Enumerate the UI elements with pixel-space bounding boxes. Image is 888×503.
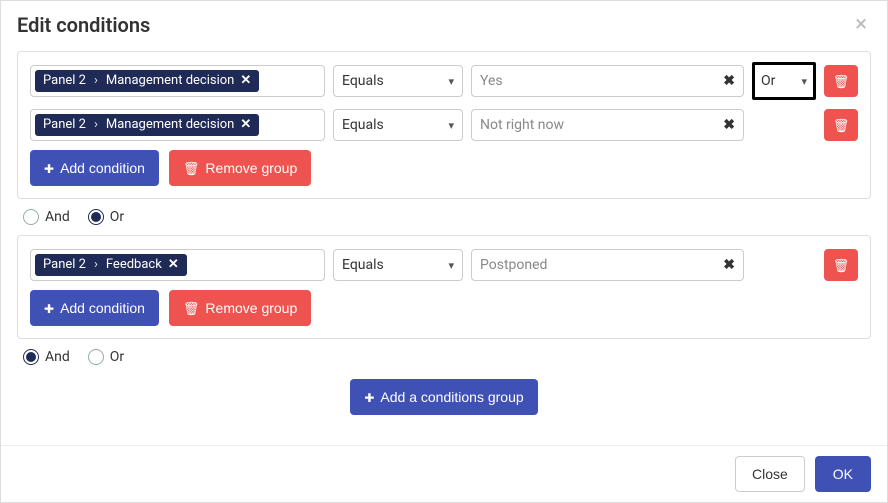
condition-row: Panel 2 › Feedback ✕ Equals ▾ Postponed … [30, 246, 858, 284]
logic-or-radio[interactable]: Or [88, 349, 124, 365]
radio-icon [23, 209, 39, 225]
condition-row: Panel 2 › Management decision ✕ Equals ▾… [30, 106, 858, 144]
field-select[interactable]: Panel 2 › Feedback ✕ [30, 249, 325, 281]
logic-label: Or [761, 73, 775, 89]
operator-label: Equals [342, 73, 384, 89]
remove-group-label: Remove group [205, 300, 297, 316]
operator-select[interactable]: Equals ▾ [333, 65, 463, 97]
chevron-right-icon: › [94, 73, 98, 90]
logic-and-radio[interactable]: And [23, 349, 70, 365]
value-clear-icon[interactable]: ✖ [723, 73, 735, 89]
remove-group-button[interactable]: Remove group [169, 290, 311, 326]
chip-panel: Panel 2 [43, 73, 86, 90]
chip-field: Management decision [106, 117, 234, 134]
delete-condition-button[interactable] [824, 109, 858, 141]
radio-icon [23, 349, 39, 365]
radio-label: Or [110, 349, 124, 365]
field-chip: Panel 2 › Management decision ✕ [35, 70, 259, 93]
row-logic-select[interactable]: Or ▾ [752, 62, 816, 100]
chip-field: Management decision [106, 73, 234, 90]
close-icon[interactable]: × [851, 14, 871, 36]
value-input[interactable]: Postponed ✖ [471, 249, 744, 281]
group-actions: Add condition Remove group [30, 290, 858, 326]
chevron-right-icon: › [94, 117, 98, 134]
chevron-down-icon: ▾ [801, 75, 807, 88]
value-text: Not right now [480, 117, 564, 133]
value-clear-icon[interactable]: ✖ [723, 257, 735, 273]
chip-remove-icon[interactable]: ✕ [240, 73, 251, 90]
close-button[interactable]: Close [735, 456, 805, 492]
remove-group-button[interactable]: Remove group [169, 150, 311, 186]
field-select[interactable]: Panel 2 › Management decision ✕ [30, 65, 325, 97]
trash-icon [833, 257, 850, 274]
chip-panel: Panel 2 [43, 257, 86, 274]
radio-icon [88, 349, 104, 365]
operator-select[interactable]: Equals ▾ [333, 109, 463, 141]
chip-panel: Panel 2 [43, 117, 86, 134]
value-text: Postponed [480, 257, 547, 273]
plus-icon [44, 160, 54, 176]
field-chip: Panel 2 › Management decision ✕ [35, 114, 259, 137]
chip-remove-icon[interactable]: ✕ [240, 117, 251, 134]
dialog-body: Panel 2 › Management decision ✕ Equals ▾… [1, 45, 887, 445]
trash-icon [183, 300, 200, 317]
logic-and-radio[interactable]: And [23, 209, 70, 225]
group-actions: Add condition Remove group [30, 150, 858, 186]
field-select[interactable]: Panel 2 › Management decision ✕ [30, 109, 325, 141]
trash-icon [833, 73, 850, 90]
radio-label: And [45, 349, 70, 365]
condition-row: Panel 2 › Management decision ✕ Equals ▾… [30, 62, 858, 100]
operator-label: Equals [342, 117, 384, 133]
chevron-right-icon: › [94, 257, 98, 274]
condition-group: Panel 2 › Management decision ✕ Equals ▾… [17, 51, 871, 199]
plus-icon [44, 300, 54, 316]
logic-placeholder [752, 246, 816, 284]
chevron-down-icon: ▾ [448, 75, 454, 88]
radio-label: Or [110, 209, 124, 225]
radio-icon [88, 209, 104, 225]
plus-icon [364, 389, 374, 405]
delete-condition-button[interactable] [824, 249, 858, 281]
remove-group-label: Remove group [205, 160, 297, 176]
value-clear-icon[interactable]: ✖ [723, 117, 735, 133]
add-condition-label: Add condition [60, 300, 145, 316]
dialog-footer: Close OK [1, 445, 887, 502]
condition-group: Panel 2 › Feedback ✕ Equals ▾ Postponed … [17, 235, 871, 339]
operator-select[interactable]: Equals ▾ [333, 249, 463, 281]
value-input[interactable]: Yes ✖ [471, 65, 744, 97]
chevron-down-icon: ▾ [448, 259, 454, 272]
value-input[interactable]: Not right now ✖ [471, 109, 744, 141]
trash-icon [833, 117, 850, 134]
group-logic-selector: And Or [17, 199, 871, 235]
ok-button[interactable]: OK [815, 456, 871, 492]
add-condition-label: Add condition [60, 160, 145, 176]
logic-or-radio[interactable]: Or [88, 209, 124, 225]
chip-field: Feedback [106, 257, 162, 274]
add-condition-button[interactable]: Add condition [30, 150, 159, 186]
group-logic-selector: And Or [17, 339, 871, 375]
add-group-label: Add a conditions group [380, 389, 523, 405]
edit-conditions-dialog: Edit conditions × Panel 2 › Management d… [0, 0, 888, 503]
radio-label: And [45, 209, 70, 225]
logic-placeholder [752, 106, 816, 144]
add-group-row: Add a conditions group [17, 379, 871, 415]
field-chip: Panel 2 › Feedback ✕ [35, 254, 187, 277]
add-conditions-group-button[interactable]: Add a conditions group [350, 379, 537, 415]
chip-remove-icon[interactable]: ✕ [168, 257, 179, 274]
trash-icon [183, 160, 200, 177]
add-condition-button[interactable]: Add condition [30, 290, 159, 326]
operator-label: Equals [342, 257, 384, 273]
dialog-header: Edit conditions × [1, 1, 887, 45]
dialog-title: Edit conditions [17, 13, 150, 37]
delete-condition-button[interactable] [824, 65, 858, 97]
value-text: Yes [480, 73, 503, 89]
chevron-down-icon: ▾ [448, 119, 454, 132]
